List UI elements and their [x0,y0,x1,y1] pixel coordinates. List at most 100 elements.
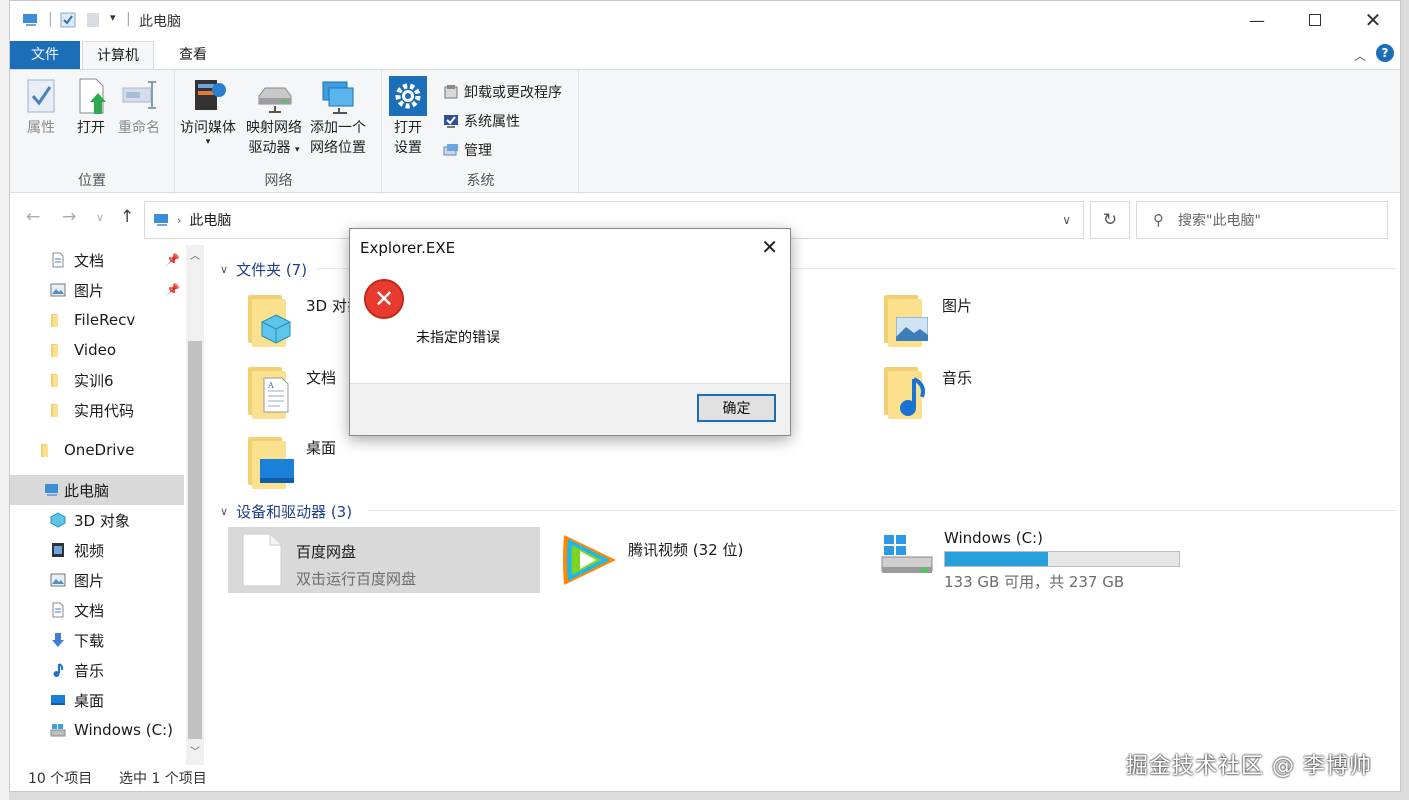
device-name: 腾讯视频 (32 位) [628,541,744,559]
folder-documents[interactable]: A 文档 [246,363,336,419]
rename-icon [122,81,156,109]
tab-view[interactable]: 查看 [165,41,221,69]
system-properties-button[interactable]: 系统属性 [443,111,520,131]
folder-3d-objects[interactable]: 3D 对象 [246,291,362,347]
sidebar-item-code[interactable]: 实用代码 [10,395,184,425]
tab-computer[interactable]: 计算机 [82,41,154,69]
maximize-icon [1309,14,1321,26]
sidebar-item-desktop[interactable]: 桌面 [10,685,184,715]
sidebar-item-pictures-pinned[interactable]: 图片 📌 [10,275,184,305]
this-pc-icon [23,14,37,26]
minimize-button[interactable]: — [1228,1,1286,39]
up-arrow-icon[interactable]: ↑ [120,207,134,227]
device-baidu-netdisk[interactable]: 百度网盘 双击运行百度网盘 [228,527,540,593]
sidebar-item-onedrive[interactable]: OneDrive [10,435,184,465]
sidebar-item-videos[interactable]: 视频 [10,535,184,565]
help-icon[interactable]: ? [1376,44,1394,62]
drive-usage-bar [944,551,1180,567]
sidebar-item-documents-pinned[interactable]: 文档 📌 [10,245,184,275]
desktop-folder-icon [246,433,294,489]
ok-button[interactable]: 确定 [697,394,776,422]
manage-button[interactable]: 管理 [443,140,492,160]
scroll-up-icon[interactable]: ︿ [190,247,200,262]
onedrive-icon [41,444,48,457]
device-tencent-video[interactable]: 腾讯视频 (32 位) [558,531,743,589]
tab-file[interactable]: 文件 [10,41,80,69]
open-settings-button[interactable]: 打开 设置 [389,76,427,158]
device-windows-c[interactable]: Windows (C:) 133 GB 可用，共 237 GB [880,529,1180,592]
sidebar-item-documents[interactable]: 文档 [10,595,184,625]
device-name: Windows (C:) [944,529,1043,547]
manage-label: 管理 [464,143,492,159]
sidebar-item-windows-c[interactable]: Windows (C:) [10,715,184,745]
folder-pictures[interactable]: 图片 [882,291,972,347]
svg-text:A: A [267,381,274,390]
properties-button[interactable]: 属性 [22,76,60,138]
address-dropdown-icon[interactable]: ∨ [1062,213,1071,227]
open-button[interactable]: 打开 [72,76,110,138]
folder-icon [51,374,58,387]
pin-icon: 📌 [166,283,180,296]
device-name: 百度网盘 [296,543,357,561]
sidebar-item-label: 桌面 [74,691,105,710]
video-icon [52,543,64,557]
map-network-drive-button[interactable]: 映射网络 驱动器 ▾ [246,76,302,160]
system-properties-label: 系统属性 [464,114,520,130]
sidebar-item-music[interactable]: 音乐 [10,655,184,685]
minimize-icon: — [1249,10,1265,30]
sidebar-scrollbar[interactable]: ︿ ﹀ [186,245,204,765]
scroll-down-icon[interactable]: ﹀ [190,743,200,758]
sidebar-item-filerecv[interactable]: FileRecv [10,305,184,335]
folders-section-header[interactable]: ∨ 文件夹 (7) [220,259,307,280]
new-folder-quick-icon[interactable] [86,12,100,28]
section-divider [368,510,1396,511]
search-input[interactable]: ⚲ 搜索"此电脑" [1136,201,1388,239]
folders-header-label: 文件夹 (7) [236,261,308,279]
sidebar-item-label: OneDrive [64,441,135,459]
maximize-button[interactable] [1286,1,1344,39]
error-dialog: Explorer.EXE ✕ ✕ 未指定的错误 确定 [349,228,791,436]
title-separator: | [48,11,53,27]
folder-desktop[interactable]: 桌面 [246,433,336,489]
recent-locations-chevron-icon[interactable]: ∨ [96,211,104,224]
search-placeholder: 搜索"此电脑" [1178,213,1261,229]
access-media-button[interactable]: 访问媒体 ▾ [180,76,236,147]
rename-button[interactable]: 重命名 [118,76,160,138]
title-separator: | [126,11,131,27]
this-pc-icon [45,484,58,496]
properties-quick-icon[interactable] [60,12,76,28]
folder-music[interactable]: 音乐 [882,363,972,419]
properties-label: 属性 [27,120,55,136]
ribbon-group-label-location: 位置 [78,173,106,189]
dialog-title: Explorer.EXE [360,239,456,257]
title-bar: | ▾ | 此电脑 — ✕ [10,1,1400,39]
refresh-button[interactable]: ↻ [1090,201,1130,239]
sidebar-item-this-pc[interactable]: 此电脑 [10,475,184,505]
open-icon [79,78,106,114]
dialog-close-icon[interactable]: ✕ [761,235,778,259]
access-media-icon [195,80,226,110]
sidebar-item-3d-objects[interactable]: 3D 对象 [10,505,184,535]
sidebar-item-label: 视频 [74,541,105,560]
sidebar-item-pictures[interactable]: 图片 [10,565,184,595]
chevron-down-icon[interactable]: ▾ [110,11,116,24]
breadcrumb[interactable]: 此电脑 [189,210,231,230]
chevron-down-icon: ∨ [220,505,229,518]
close-button[interactable]: ✕ [1344,1,1400,39]
collapse-ribbon-icon[interactable]: ︿ [1354,47,1366,64]
sidebar-item-video-folder[interactable]: Video [10,335,184,365]
devices-header-label: 设备和驱动器 (3) [236,503,353,521]
sidebar-item-downloads[interactable]: 下载 [10,625,184,655]
back-arrow-icon[interactable]: ← [26,207,40,227]
scroll-thumb[interactable] [188,341,202,739]
devices-section-header[interactable]: ∨ 设备和驱动器 (3) [220,501,352,522]
folder-icon [51,314,58,327]
uninstall-program-button[interactable]: 卸载或更改程序 [443,82,562,102]
forward-arrow-icon[interactable]: → [62,207,76,227]
add-network-location-button[interactable]: 添加一个 网络位置 [310,76,366,158]
access-media-label: 访问媒体 [180,120,236,136]
sidebar-item-shixun6[interactable]: 实训6 [10,365,184,395]
picture-icon [50,573,66,587]
sidebar-item-label: 图片 [74,281,105,300]
background-window-edge [0,0,9,800]
